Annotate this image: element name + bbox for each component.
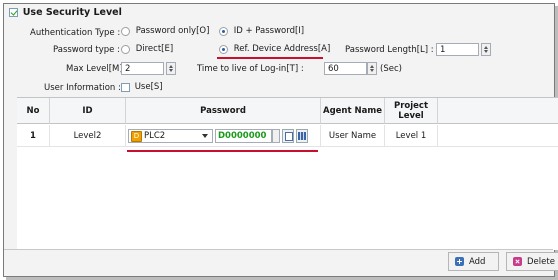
chevron-down-icon[interactable]	[202, 134, 208, 138]
max-level-input[interactable]: 2	[121, 62, 164, 75]
delete-icon	[513, 257, 522, 266]
max-level-spinner[interactable]	[166, 62, 176, 75]
table-row-level[interactable]: Level 1	[385, 125, 438, 147]
col-header-project-level[interactable]: Project Level	[385, 98, 438, 124]
col-header-filler	[438, 98, 558, 124]
add-button[interactable]: Add	[448, 252, 499, 271]
table-row-password[interactable]: D PLC2 D0000000	[126, 125, 321, 147]
max-level-label: Max Level[M] :	[66, 64, 129, 74]
keypad-icon[interactable]	[296, 129, 308, 143]
password-length-input[interactable]: 1	[436, 43, 479, 56]
radio-icon[interactable]	[219, 26, 228, 36]
use-security-level[interactable]: Use Security Level	[9, 7, 122, 18]
security-table: No ID Password Agent Name Project Level …	[17, 97, 558, 250]
col-header-id[interactable]: ID	[50, 98, 126, 124]
user-info-use[interactable]: Use[S]	[121, 82, 163, 93]
radio-icon[interactable]	[219, 44, 228, 54]
login-ttl-input[interactable]: 60	[324, 62, 367, 75]
user-info-checkbox[interactable]	[121, 82, 130, 92]
plc-icon: D	[131, 131, 142, 142]
auth-type-label: Authentication Type :	[30, 28, 121, 38]
divider	[4, 249, 553, 250]
device-value: PLC2	[144, 131, 166, 141]
address-input[interactable]: D0000000	[215, 129, 272, 143]
highlight-underline	[217, 57, 323, 59]
add-icon	[455, 257, 464, 266]
table-row-no[interactable]: 1	[17, 125, 50, 147]
password-type-label: Password type :	[53, 45, 120, 55]
password-length-label: Password Length[L] :	[345, 45, 434, 55]
table-row-id[interactable]: Level2	[50, 125, 126, 147]
use-security-checkbox[interactable]	[9, 8, 18, 17]
radio-direct[interactable]: Direct[E]	[121, 44, 173, 55]
login-ttl-spinner[interactable]	[367, 62, 377, 75]
radio-icon[interactable]	[121, 44, 130, 54]
radio-ref-device-address[interactable]: Ref. Device Address[A]	[219, 44, 330, 55]
password-highlight-underline	[127, 150, 318, 152]
col-header-no[interactable]: No	[17, 98, 50, 124]
col-header-agent-name[interactable]: Agent Name	[321, 98, 385, 124]
section-title: Use Security Level	[22, 7, 122, 18]
delete-button[interactable]: Delete	[506, 252, 558, 271]
tag-browse-icon[interactable]	[282, 129, 294, 143]
col-header-password[interactable]: Password	[126, 98, 321, 124]
radio-password-only[interactable]: Password only[O]	[121, 26, 209, 37]
user-info-label: User Information :	[44, 83, 121, 93]
address-spinner[interactable]	[272, 129, 280, 143]
login-ttl-label: Time to live of Log-in[T] :	[197, 64, 304, 74]
table-row-filler	[438, 125, 558, 147]
radio-icon[interactable]	[121, 26, 130, 36]
password-length-spinner[interactable]	[481, 43, 491, 56]
login-ttl-unit: (Sec)	[380, 64, 402, 74]
table-row-agent[interactable]: User Name	[321, 125, 385, 147]
radio-id-password[interactable]: ID + Password[I]	[219, 26, 304, 37]
device-select[interactable]: D PLC2	[128, 129, 213, 143]
